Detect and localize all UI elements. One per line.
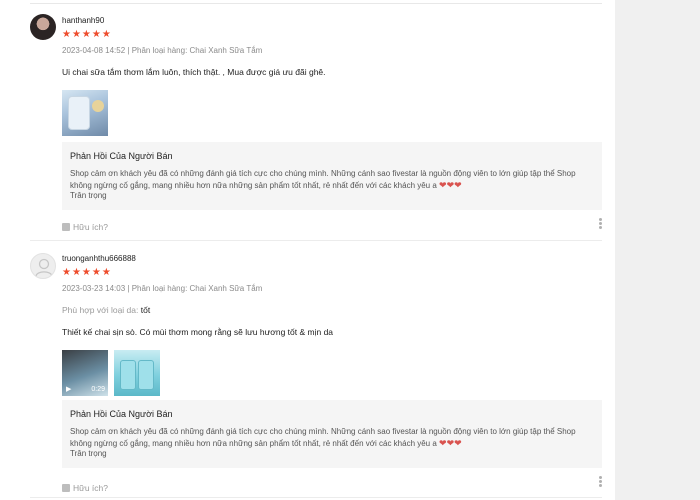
more-options-icon[interactable] [599, 218, 602, 229]
review-username[interactable]: hanthanh90 [62, 16, 602, 26]
video-camera-icon: ▶ [66, 386, 72, 393]
right-side-panel [615, 0, 700, 500]
top-divider [30, 3, 602, 4]
bottle-image-icon [120, 360, 136, 390]
default-user-avatar-icon[interactable] [30, 253, 56, 279]
helpful-label: Hữu ích? [73, 221, 108, 232]
thumbs-up-icon [62, 222, 70, 231]
cap-image-icon [92, 100, 104, 112]
review-video-thumbnail[interactable]: ▶ 0:29 [62, 350, 108, 396]
review-media [62, 90, 602, 136]
heart-icon: ❤❤❤ [439, 179, 462, 190]
heart-icon: ❤❤❤ [439, 437, 462, 448]
seller-reply-title: Phản Hồi Của Người Bán [70, 151, 173, 161]
review-comment: Ui chai sữa tắm thơm lắm luôn, thích thậ… [62, 67, 326, 77]
seller-reply-text: Shop cảm ơn khách yêu đã có những đánh g… [70, 169, 594, 202]
helpful-button[interactable]: Hữu ích? [62, 483, 602, 493]
review-image-thumbnail[interactable] [62, 90, 108, 136]
seller-reply-title: Phản Hồi Của Người Bán [70, 409, 173, 419]
seller-reply: Phản Hồi Của Người Bán Shop cảm ơn khách… [62, 400, 602, 468]
rating-stars: ★★★★★ [62, 29, 112, 40]
seller-reply-message: Shop cảm ơn khách yêu đã có những đánh g… [70, 427, 576, 448]
seller-reply-message: Shop cảm ơn khách yêu đã có những đánh g… [70, 169, 576, 190]
review-image-thumbnail[interactable] [114, 350, 160, 396]
helpful-label: Hữu ích? [73, 482, 108, 493]
video-duration: 0:29 [91, 386, 105, 393]
review-media: ▶ 0:29 [62, 350, 602, 396]
review-username[interactable]: truonganhthu666888 [62, 254, 602, 264]
attribute-value: tốt [140, 305, 151, 315]
review-meta: 2023-04-08 14:52 | Phân loại hàng: Chai … [62, 46, 263, 55]
rating-stars: ★★★★★ [62, 267, 112, 278]
seller-reply-sign: Trân trọng [70, 191, 107, 200]
seller-reply: Phản Hồi Của Người Bán Shop cảm ơn khách… [62, 142, 602, 210]
review-meta: 2023-03-23 14:03 | Phân loại hàng: Chai … [62, 284, 263, 293]
review-divider [30, 240, 602, 241]
skin-type-attribute: Phù hợp với loại da: tốt [62, 305, 602, 315]
review-divider [30, 497, 602, 498]
attribute-label: Phù hợp với loại da: [62, 305, 139, 315]
bottle-image-icon [138, 360, 154, 390]
thumbs-up-icon [62, 483, 70, 492]
helpful-button[interactable]: Hữu ích? [62, 222, 602, 232]
seller-reply-text: Shop cảm ơn khách yêu đã có những đánh g… [70, 427, 594, 460]
seller-reply-sign: Trân trọng [70, 449, 107, 458]
user-avatar[interactable] [30, 14, 56, 40]
bottle-image-icon [68, 96, 90, 130]
more-options-icon[interactable] [599, 476, 602, 487]
review-comment: Thiết kế chai sịn sò. Có mùi thơm mong r… [62, 327, 334, 337]
